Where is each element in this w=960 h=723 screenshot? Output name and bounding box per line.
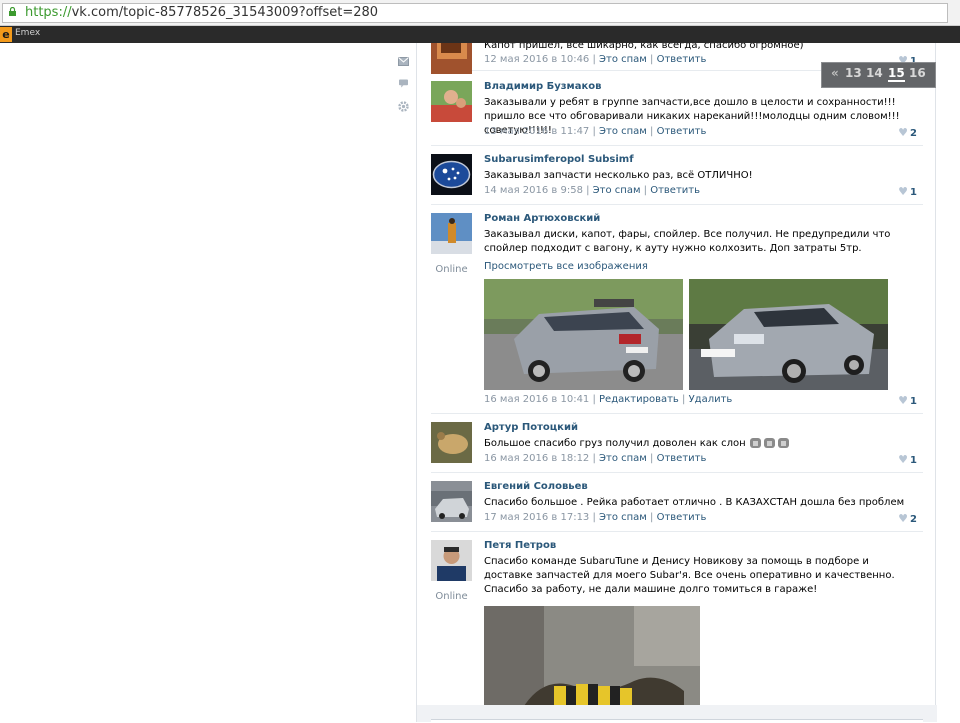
- like-button[interactable]: ♥1: [898, 453, 917, 466]
- car-photo-front[interactable]: [689, 279, 888, 390]
- post-meta: 17 мая 2016 в 17:13 | Это спам | Ответит…: [484, 512, 707, 523]
- pager-page-15-current[interactable]: 15: [888, 66, 905, 82]
- url-text: https://vk.com/topic-85778526_31543009?o…: [25, 5, 379, 20]
- avatar[interactable]: [431, 43, 472, 74]
- reply-link[interactable]: Ответить: [657, 126, 707, 137]
- spam-link[interactable]: Это спам: [593, 185, 641, 196]
- avatar[interactable]: [431, 422, 472, 463]
- parts-photo[interactable]: [484, 606, 700, 705]
- heart-icon: ♥: [898, 394, 909, 407]
- post-item: Online Петя Петров Спасибо команде Subar…: [431, 540, 923, 705]
- post-item: Евгений Соловьев Спасибо большое . Рейка…: [431, 481, 923, 532]
- heart-icon: ♥: [898, 453, 909, 466]
- post-text: Спасибо команде SubaruTune и Денису Нови…: [484, 556, 895, 595]
- post-date[interactable]: 16 мая 2016 в 18:12: [484, 453, 589, 464]
- like-count: 2: [910, 514, 917, 525]
- author-name[interactable]: Роман Артюховский: [484, 213, 600, 224]
- topic-posts-column: Капот пришёл, всё шикарно, как всегда, с…: [416, 43, 936, 705]
- spam-link[interactable]: Это спам: [599, 512, 647, 523]
- heart-icon: ♥: [898, 185, 909, 198]
- reply-link[interactable]: Ответить: [657, 512, 707, 523]
- post-item: Артур Потоцкий Большое спасибо груз полу…: [431, 422, 923, 473]
- like-button[interactable]: ♥1: [898, 394, 917, 407]
- post-date[interactable]: 14 мая 2016 в 9:58: [484, 185, 583, 196]
- bookmarks-bar: e Emex: [0, 26, 960, 43]
- delete-link[interactable]: Удалить: [689, 394, 733, 405]
- like-count: 1: [910, 187, 917, 198]
- post-meta: 14 мая 2016 в 9:58 | Это спам | Ответить: [484, 185, 701, 196]
- post-date[interactable]: 16 мая 2016 в 10:41: [484, 394, 589, 405]
- car-photo-rear[interactable]: [484, 279, 683, 390]
- avatar[interactable]: [431, 481, 472, 522]
- reply-link[interactable]: Ответить: [657, 453, 707, 464]
- reply-link[interactable]: Ответить: [657, 54, 707, 65]
- like-button[interactable]: ♥ 2: [898, 512, 917, 525]
- settings-icon[interactable]: [398, 101, 409, 112]
- like-button[interactable]: ♥ 2: [898, 126, 917, 139]
- pager-prev[interactable]: «: [831, 66, 839, 80]
- bookmark-emex[interactable]: Emex: [15, 28, 40, 38]
- like-button[interactable]: ♥1: [898, 185, 917, 198]
- elephant-emoji-icon: [749, 438, 789, 448]
- pager-page-13[interactable]: 13: [845, 66, 862, 80]
- reply-input-edge[interactable]: [431, 719, 923, 723]
- avatar[interactable]: [431, 540, 472, 581]
- post-meta: 16 мая 2016 в 10:41 | Редактировать | Уд…: [484, 394, 733, 405]
- spam-link[interactable]: Это спам: [599, 126, 647, 137]
- post-text: Заказывал запчасти несколько раз, всё ОТ…: [484, 170, 753, 181]
- view-all-images-link[interactable]: Просмотреть все изображения: [484, 261, 648, 272]
- author-name[interactable]: Владимир Бузмаков: [484, 81, 601, 92]
- post-text: Капот пришёл, всё шикарно, как всегда, с…: [484, 43, 804, 51]
- spam-link[interactable]: Это спам: [599, 453, 647, 464]
- avatar[interactable]: [431, 213, 472, 254]
- address-bar: https://vk.com/topic-85778526_31543009?o…: [0, 0, 960, 26]
- author-name[interactable]: Артур Потоцкий: [484, 422, 578, 433]
- avatar[interactable]: [431, 81, 472, 122]
- reply-area: [416, 705, 937, 723]
- like-count: 2: [910, 128, 917, 139]
- heart-icon: ♥: [898, 126, 909, 139]
- heart-icon: ♥: [898, 512, 909, 525]
- online-status: Online: [435, 264, 468, 275]
- post-meta: 16 мая 2016 в 18:12 | Это спам | Ответит…: [484, 453, 707, 464]
- like-count: 1: [910, 455, 917, 466]
- post-item: Subarusimferopol Subsimf Заказывал запча…: [431, 154, 923, 205]
- post-text: Спасибо большое . Рейка работает отлично…: [484, 497, 905, 508]
- author-name[interactable]: Subarusimferopol Subsimf: [484, 154, 634, 165]
- online-status: Online: [435, 591, 468, 602]
- comment-icon[interactable]: [398, 79, 409, 88]
- post-item: Владимир Бузмаков Заказывали у ребят в г…: [431, 81, 923, 146]
- post-date[interactable]: 13 мая 2016 в 11:47: [484, 126, 589, 137]
- pagination: « 13 14 15 16: [821, 62, 936, 88]
- post-meta: 12 мая 2016 в 10:46 | Это спам | Ответит…: [484, 54, 707, 65]
- mail-icon[interactable]: [398, 57, 409, 66]
- post-date[interactable]: 17 мая 2016 в 17:13: [484, 512, 589, 523]
- like-count: 1: [910, 396, 917, 407]
- url-field[interactable]: https://vk.com/topic-85778526_31543009?o…: [2, 3, 948, 23]
- post-meta: 13 мая 2016 в 11:47 | Это спам | Ответит…: [484, 126, 707, 137]
- edit-link[interactable]: Редактировать: [599, 394, 679, 405]
- emex-bookmark-icon[interactable]: e: [0, 27, 12, 42]
- post-item: Online Роман Артюховский Заказывал диски…: [431, 213, 923, 414]
- avatar[interactable]: [431, 154, 472, 195]
- post-text: Большое спасибо груз получил доволен как…: [484, 437, 914, 451]
- author-name[interactable]: Петя Петров: [484, 540, 556, 551]
- lock-icon: [9, 7, 16, 16]
- reply-link[interactable]: Ответить: [650, 185, 700, 196]
- pager-page-16[interactable]: 16: [909, 66, 926, 80]
- post-date[interactable]: 12 мая 2016 в 10:46: [484, 54, 589, 65]
- author-name[interactable]: Евгений Соловьев: [484, 481, 588, 492]
- post-text: Заказывал диски, капот, фары, спойлер. В…: [484, 229, 891, 254]
- spam-link[interactable]: Это спам: [599, 54, 647, 65]
- pager-page-14[interactable]: 14: [866, 66, 883, 80]
